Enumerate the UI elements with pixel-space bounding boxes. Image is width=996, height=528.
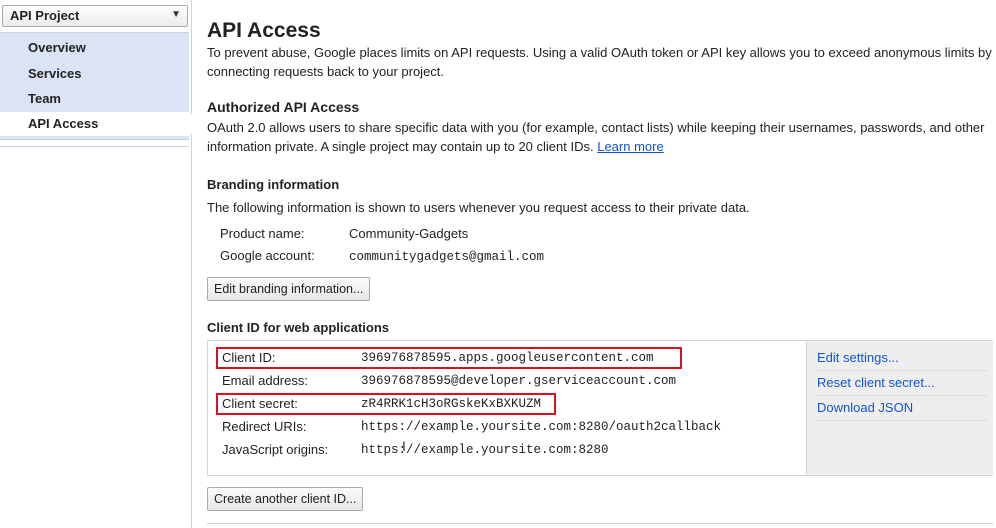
text-cursor-icon: I: [402, 438, 406, 454]
divider: [815, 420, 987, 421]
javascript-origins-value: https://example.yoursite.com:8280: [361, 443, 609, 457]
branding-heading: Branding information: [207, 177, 340, 192]
sidebar-item-services[interactable]: Services: [28, 66, 82, 81]
learn-more-link[interactable]: Learn more: [597, 139, 663, 154]
sidebar-item-team[interactable]: Team: [28, 91, 61, 106]
divider: [207, 523, 993, 524]
branding-text: The following information is shown to us…: [207, 200, 750, 215]
sidebar-item-api-access[interactable]: API Access: [0, 112, 198, 136]
edit-branding-button[interactable]: Edit branding information...: [207, 277, 371, 301]
create-client-id-button[interactable]: Create another client ID...: [207, 487, 364, 511]
authorized-text-line1: OAuth 2.0 allows users to share specific…: [207, 120, 985, 135]
reset-client-secret-link[interactable]: Reset client secret...: [817, 375, 935, 390]
download-json-link[interactable]: Download JSON: [817, 400, 913, 415]
client-heading: Client ID for web applications: [207, 320, 390, 335]
page-title: API Access: [207, 19, 321, 42]
javascript-origins-label: JavaScript origins:: [222, 442, 329, 457]
divider: [815, 395, 987, 396]
authorized-text-line2-container: information private. A single project ma…: [207, 137, 664, 156]
project-select[interactable]: API Project ▼: [2, 5, 188, 27]
client-actions-panel: Edit settings... Reset client secret... …: [806, 341, 993, 475]
client-secret-highlight: [216, 393, 556, 415]
sidebar-item-overview[interactable]: Overview: [28, 40, 86, 55]
sidebar-item-label: API Access: [28, 116, 99, 131]
authorized-text-line2: information private. A single project ma…: [207, 139, 594, 154]
divider: [0, 146, 189, 147]
redirect-uris-label: Redirect URIs:: [222, 419, 307, 434]
project-select-label: API Project: [10, 8, 80, 23]
client-id-highlight: [216, 347, 682, 369]
intro-text: To prevent abuse, Google places limits o…: [207, 45, 992, 79]
email-address-value: 396976878595@developer.gserviceaccount.c…: [361, 374, 677, 388]
authorized-heading: Authorized API Access: [207, 99, 360, 115]
google-account-label: Google account:: [220, 248, 315, 263]
product-name-value: Community-Gadgets: [349, 226, 469, 241]
sidebar: API Project ▼ Overview Services Team API…: [0, 0, 198, 528]
email-address-label: Email address:: [222, 373, 308, 388]
active-pointer-icon: [190, 112, 198, 136]
product-name-label: Product name:: [220, 226, 305, 241]
dropdown-arrow-icon: ▼: [171, 9, 181, 20]
google-account-value: communitygadgets@gmail.com: [349, 250, 545, 264]
client-id-panel: Client ID: 396976878595.apps.googleuserc…: [207, 340, 993, 476]
edit-settings-link[interactable]: Edit settings...: [817, 350, 899, 365]
redirect-uris-value: https://example.yoursite.com:8280/oauth2…: [361, 420, 722, 434]
divider: [815, 370, 987, 371]
